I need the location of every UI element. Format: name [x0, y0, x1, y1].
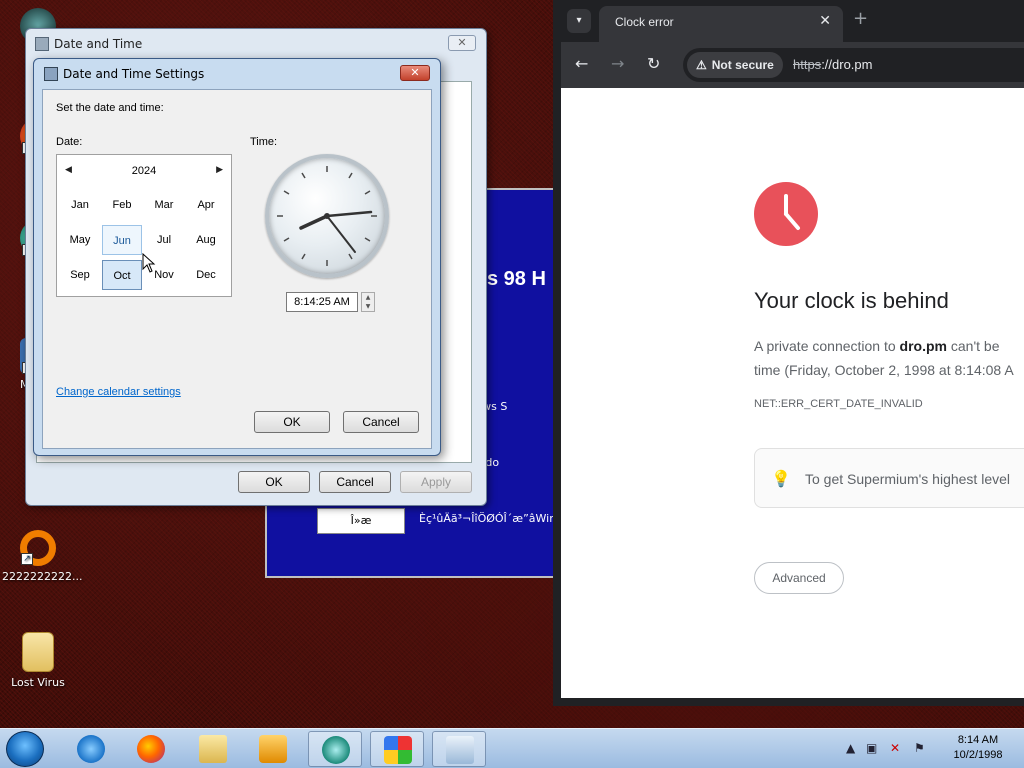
forward-arrow-icon[interactable]: → — [611, 54, 624, 73]
not-secure-label: Not secure — [711, 58, 774, 72]
dialog-title: Date and Time Settings — [63, 67, 205, 81]
close-tab-icon[interactable]: ✕ — [819, 13, 831, 29]
description-suffix: can't be — [947, 338, 1000, 354]
action-center-flag-icon[interactable]: ⚑ — [914, 741, 925, 755]
time-input[interactable]: 8:14:25 AM — [286, 292, 358, 312]
taskbar-internet-explorer[interactable] — [64, 731, 118, 767]
ok-button[interactable]: OK — [254, 411, 330, 433]
month-dec[interactable]: Dec — [186, 260, 226, 290]
toolbar: ← → ↻ ⚠ Not secure https://dro.pm — [561, 42, 1024, 88]
dialog-body: Set the date and time: Date: Time: ◀ 202… — [42, 89, 432, 449]
url-text: https://dro.pm — [793, 57, 872, 72]
taskbar-media-player[interactable] — [246, 731, 300, 767]
month-oct[interactable]: Oct — [102, 260, 142, 290]
windows-logo-icon — [384, 736, 412, 764]
ok-button[interactable]: OK — [238, 471, 310, 493]
window-title: Date and Time — [54, 37, 143, 51]
back-arrow-icon[interactable]: ← — [575, 54, 588, 73]
month-calendar: ◀ 2024 ▶ Jan Feb Mar Apr May Jun Jul Aug… — [56, 154, 232, 297]
analog-clock — [265, 154, 389, 278]
security-chip[interactable]: ⚠ Not secure — [687, 52, 783, 78]
month-feb[interactable]: Feb — [102, 190, 142, 220]
tab-clock-error[interactable]: Clock error ✕ — [599, 6, 843, 42]
date-time-settings-dialog: Date and Time Settings ✕ Set the date an… — [33, 58, 441, 456]
clock-app-icon — [35, 37, 49, 51]
month-jul[interactable]: Jul — [144, 225, 184, 255]
system-clock[interactable]: 8:14 AM 10/2/1998 — [942, 733, 1014, 763]
cancel-button[interactable]: Cancel — [343, 411, 419, 433]
desktop-icon-label: Lost Virus — [11, 676, 65, 689]
taskbar-supermium[interactable] — [308, 731, 362, 767]
address-bar[interactable]: ⚠ Not secure https://dro.pm — [683, 48, 1024, 82]
month-sep[interactable]: Sep — [60, 260, 100, 290]
taskbar-date-time[interactable] — [432, 731, 486, 767]
description-prefix: A private connection to — [754, 338, 900, 354]
error-heading: Your clock is behind — [754, 288, 949, 313]
month-may[interactable]: May — [60, 225, 100, 255]
taskbar-firefox[interactable] — [124, 731, 178, 767]
calendar-year[interactable]: 2024 — [57, 165, 231, 177]
cancel-button[interactable]: Cancel — [319, 471, 391, 493]
month-apr[interactable]: Apr — [186, 190, 226, 220]
mouse-pointer-icon — [142, 253, 156, 273]
taskbar-file-explorer[interactable] — [186, 731, 240, 767]
tip-box: 💡 To get Supermium's highest level — [754, 448, 1024, 508]
warning-triangle-icon: ⚠ — [696, 58, 707, 72]
apply-button: Apply — [400, 471, 472, 493]
win98-heading: s 98 H — [487, 268, 546, 290]
supermium-icon — [322, 736, 350, 764]
description-domain: dro.pm — [899, 338, 947, 354]
month-jun[interactable]: Jun — [102, 225, 142, 255]
error-description: A private connection to dro.pm can't be … — [754, 334, 1014, 382]
clock-face-icon — [277, 166, 377, 266]
clock-date: 10/2/1998 — [953, 749, 1003, 761]
month-jan[interactable]: Jan — [60, 190, 100, 220]
close-button[interactable]: ✕ — [448, 35, 476, 51]
url-scheme: https — [793, 57, 822, 72]
lightbulb-icon: 💡 — [771, 469, 791, 488]
instruction-text: Set the date and time: — [56, 102, 164, 114]
ring-icon: ↗ — [20, 530, 56, 566]
month-aug[interactable]: Aug — [186, 225, 226, 255]
media-player-icon — [259, 735, 287, 763]
time-spinner[interactable]: ▲ ▼ — [361, 292, 375, 312]
volume-muted-icon[interactable]: ✕ — [890, 741, 900, 755]
error-code: NET::ERR_CERT_DATE_INVALID — [754, 398, 923, 410]
reload-icon[interactable]: ↻ — [647, 54, 660, 73]
clock-app-icon — [44, 67, 58, 81]
date-label: Date: — [56, 136, 83, 148]
change-calendar-settings-link[interactable]: Change calendar settings — [56, 386, 181, 398]
tip-text: To get Supermium's highest level — [805, 471, 1010, 487]
description-line2: time (Friday, October 2, 1998 at 8:14:08… — [754, 362, 1014, 378]
next-year-arrow-icon[interactable]: ▶ — [216, 165, 223, 175]
advanced-button[interactable]: Advanced — [754, 562, 844, 594]
close-button[interactable]: ✕ — [400, 65, 430, 81]
desktop-icon-lost-virus[interactable]: Lost Virus — [2, 632, 74, 689]
month-mar[interactable]: Mar — [144, 190, 184, 220]
desktop-icon-2222[interactable]: ↗ 2222222222... — [2, 530, 83, 583]
taskbar-windows98-app[interactable] — [370, 731, 424, 767]
folder-icon — [22, 632, 54, 672]
show-hidden-icons-arrow-icon[interactable]: ▲ — [846, 741, 855, 755]
clock-time: 8:14 AM — [957, 734, 999, 746]
desktop-icon-label: 2222222222... — [2, 570, 83, 583]
browser-window: ▾ Clock error ✕ + ← → ↻ ⚠ Not secure http… — [553, 0, 1024, 706]
calendar-clock-icon — [446, 736, 474, 764]
firefox-icon — [137, 735, 165, 763]
clock-hands-icon — [784, 194, 800, 230]
start-button-windows-icon[interactable] — [6, 731, 44, 767]
new-tab-icon[interactable]: + — [853, 8, 868, 29]
network-icon[interactable]: ▣ — [866, 741, 877, 755]
win98-button[interactable]: Î»æ — [317, 508, 405, 534]
clock-error-icon — [754, 182, 818, 246]
url-host: ://dro.pm — [821, 57, 873, 72]
tab-strip: ▾ Clock error ✕ + — [561, 0, 1024, 42]
internet-explorer-icon — [77, 735, 105, 763]
tab-search-chevron-icon[interactable]: ▾ — [567, 9, 591, 33]
time-label: Time: — [250, 136, 278, 148]
folder-icon — [199, 735, 227, 763]
taskbar: ▲ ▣ ✕ ⚑ 8:14 AM 10/2/1998 — [0, 728, 1024, 768]
tab-title: Clock error — [615, 15, 674, 29]
